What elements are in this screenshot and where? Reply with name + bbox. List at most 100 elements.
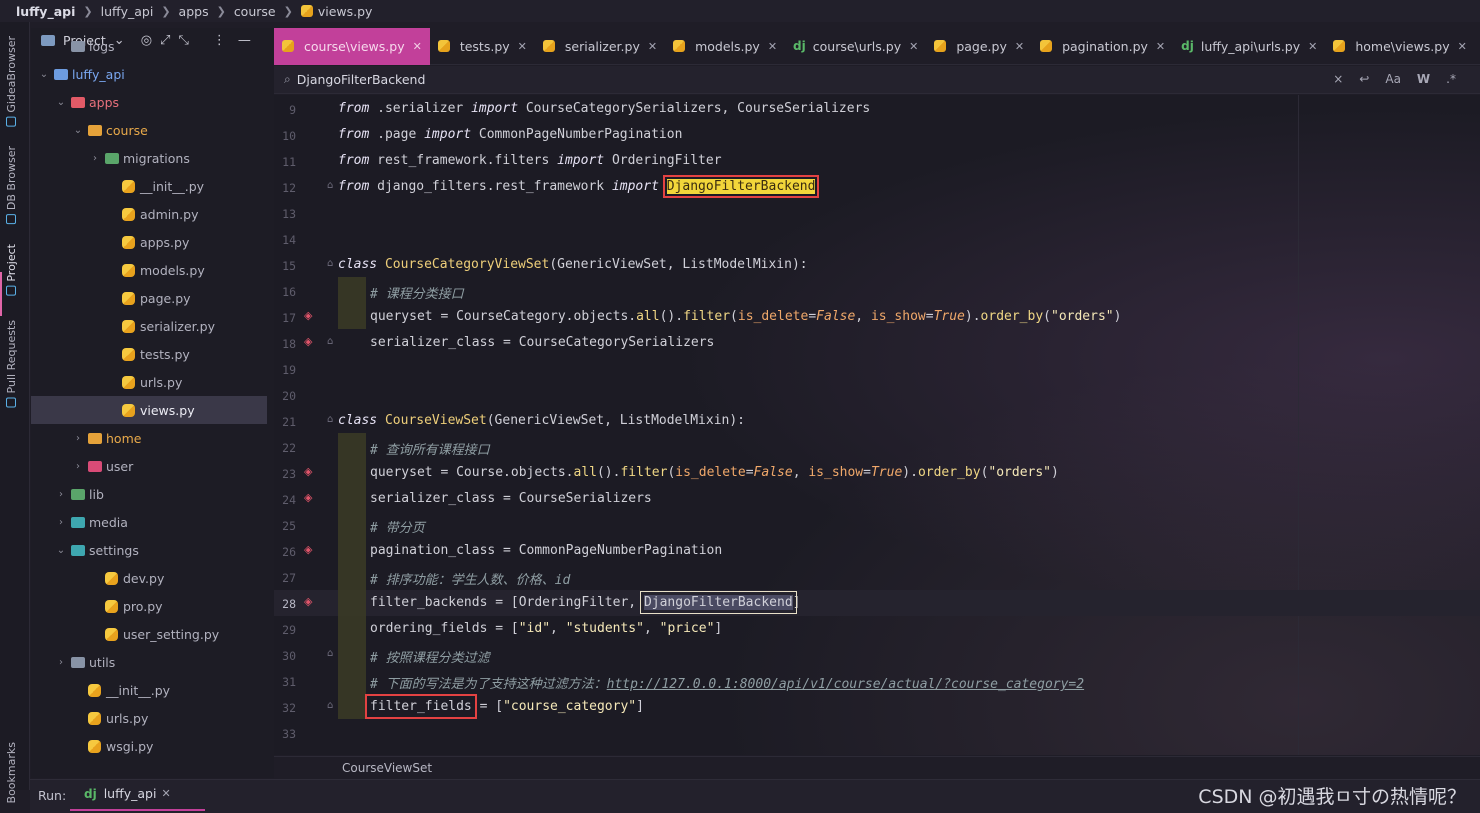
tree-item[interactable]: urls.py (31, 704, 267, 732)
python-file-icon (934, 40, 947, 52)
editor-tab-label: luffy_api\urls.py (1200, 38, 1301, 54)
tool-tab-gideabrowser[interactable]: GideaBrowser (5, 36, 18, 127)
override-marker-icon[interactable]: ◈ (304, 335, 312, 348)
close-icon[interactable]: ✕ (518, 40, 527, 53)
tree-item[interactable]: models.py (31, 256, 267, 284)
editor-tab[interactable]: pagination.py ✕ (1032, 28, 1173, 65)
editor-tab[interactable]: tests.py ✕ (430, 28, 535, 65)
chevron-down-icon[interactable]: ⌄ (55, 545, 67, 556)
line-number: 17 (282, 311, 296, 325)
breadcrumb-course[interactable]: course (234, 4, 276, 19)
editor-tab[interactable]: serializer.py ✕ (535, 28, 665, 65)
tree-item[interactable]: › migrations (31, 144, 267, 172)
run-tab[interactable]: dj luffy_api ✕ (84, 786, 171, 801)
code-line-21: class CourseViewSet(GenericViewSet, List… (338, 413, 745, 428)
tree-item[interactable]: apps.py (31, 228, 267, 256)
tree-item[interactable]: › user (31, 452, 267, 480)
regex-toggle[interactable]: .* (1446, 72, 1456, 86)
python-file-icon (1040, 40, 1053, 52)
tree-item[interactable]: tests.py (31, 340, 267, 368)
override-marker-icon[interactable]: ◈ (304, 543, 312, 556)
tree-item[interactable]: › lib (31, 480, 267, 508)
tree-item[interactable]: page.py (31, 284, 267, 312)
find-input[interactable]: DjangoFilterBackend (297, 72, 426, 87)
close-icon[interactable]: ✕ (768, 40, 777, 53)
tree-item[interactable]: __init__.py (31, 172, 267, 200)
fold-icon[interactable]: ⌂ (327, 414, 333, 425)
editor-tab[interactable]: dj luffy_api\urls.py ✕ (1173, 28, 1325, 65)
line-number: 31 (282, 675, 296, 689)
tree-item[interactable]: pro.py (31, 592, 267, 620)
fold-icon[interactable]: ⌂ (327, 336, 333, 347)
editor-tab[interactable]: course\views.py ✕ (274, 27, 430, 65)
code-breadcrumb-class[interactable]: CourseViewSet (342, 761, 432, 775)
code-editor[interactable]: 9 10 11 12 13 14 15 16 17 18 19 20 21 22 23 24 25 26 27 28 2… (274, 95, 1480, 755)
tool-tab-db-browser[interactable]: DB Browser (5, 146, 18, 225)
fold-icon[interactable]: ⌂ (327, 180, 333, 191)
close-icon[interactable]: ✕ (648, 40, 657, 53)
tree-item[interactable]: views.py (31, 396, 267, 424)
tree-item[interactable]: ⌄ settings (31, 536, 267, 564)
editor-tab[interactable]: home\views.py ✕ (1325, 28, 1474, 65)
close-icon[interactable]: ✕ (1156, 40, 1165, 53)
fold-icon[interactable]: ⌂ (327, 700, 333, 711)
tree-item[interactable]: ⌄ luffy_api (31, 60, 267, 88)
editor-tab[interactable]: dj course\urls.py ✕ (785, 28, 926, 65)
close-icon[interactable]: ✕ (909, 40, 918, 53)
line-number: 16 (282, 285, 296, 299)
close-icon[interactable]: ✕ (161, 787, 170, 800)
tool-tab-pull-requests[interactable]: Pull Requests (5, 320, 18, 408)
tree-item[interactable]: urls.py (31, 368, 267, 396)
breadcrumb-package[interactable]: luffy_api (101, 4, 154, 19)
breadcrumb-apps[interactable]: apps (179, 4, 209, 19)
python-file-icon (105, 627, 118, 641)
tree-item[interactable]: logs (31, 32, 267, 60)
tree-item[interactable]: › media (31, 508, 267, 536)
tree-item[interactable]: wsgi.py (31, 732, 267, 760)
override-marker-icon[interactable]: ◈ (304, 465, 312, 478)
chevron-right-icon[interactable]: › (55, 657, 67, 668)
chevron-right-icon[interactable]: › (55, 489, 67, 500)
tree-item[interactable]: ⌄ course (31, 116, 267, 144)
tree-item[interactable]: __init__.py (31, 676, 267, 704)
override-marker-icon[interactable]: ◈ (304, 309, 312, 322)
tree-item[interactable]: admin.py (31, 200, 267, 228)
editor-tab[interactable]: models.py ✕ (665, 28, 785, 65)
code-line-10: from .page import CommonPageNumberPagina… (338, 127, 683, 142)
fold-icon[interactable]: ⌂ (327, 258, 333, 269)
match-case-toggle[interactable]: Aa (1385, 72, 1401, 86)
line-number: 33 (282, 727, 296, 741)
tool-tab-bookmarks[interactable]: Bookmarks (5, 742, 18, 803)
fold-icon[interactable]: ⌂ (327, 648, 333, 659)
folder-icon (88, 124, 102, 136)
chevron-right-icon[interactable]: › (89, 153, 101, 164)
tree-item[interactable]: › home (31, 424, 267, 452)
url-link[interactable]: http://127.0.0.1:8000/api/v1/course/actu… (607, 677, 1084, 692)
override-marker-icon[interactable]: ◈ (304, 595, 312, 608)
close-icon[interactable]: ✕ (1015, 40, 1024, 53)
tree-item[interactable]: ⌄ apps (31, 88, 267, 116)
close-icon[interactable]: ✕ (1308, 40, 1317, 53)
tree-item[interactable]: serializer.py (31, 312, 267, 340)
chevron-right-icon[interactable]: › (72, 461, 84, 472)
chevron-down-icon[interactable]: ⌄ (55, 97, 67, 108)
tool-tab-project[interactable]: Project (5, 244, 18, 296)
chevron-right-icon[interactable]: › (55, 517, 67, 528)
tree-item[interactable]: dev.py (31, 564, 267, 592)
chevron-down-icon[interactable]: ⌄ (72, 125, 84, 136)
breadcrumb-file[interactable]: views.py (300, 4, 372, 19)
tree-item[interactable]: user_setting.py (31, 620, 267, 648)
close-icon[interactable]: ✕ (413, 40, 422, 53)
chevron-right-icon[interactable]: › (72, 433, 84, 444)
tree-item[interactable]: › utils (31, 648, 267, 676)
editor-tab[interactable]: page.py ✕ (926, 28, 1032, 65)
override-marker-icon[interactable]: ◈ (304, 491, 312, 504)
new-line-icon[interactable]: ↩ (1359, 72, 1369, 86)
code-line-12: from django_filters.rest_framework impor… (338, 175, 820, 198)
whole-words-toggle[interactable]: W (1417, 72, 1430, 86)
project-icon (6, 285, 17, 296)
chevron-down-icon[interactable]: ⌄ (38, 69, 50, 80)
breadcrumb-project[interactable]: luffy_api (16, 4, 75, 19)
clear-search-icon[interactable]: × (1333, 72, 1343, 86)
close-icon[interactable]: ✕ (1458, 40, 1467, 53)
